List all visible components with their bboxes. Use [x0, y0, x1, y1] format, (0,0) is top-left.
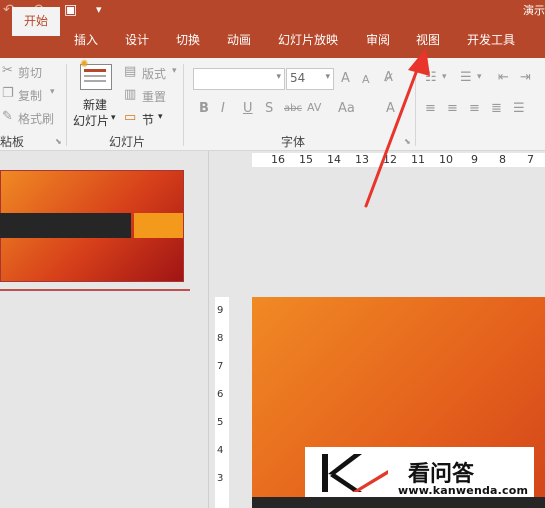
copy-icon: ❐: [2, 86, 14, 101]
section-icon: ▭: [124, 110, 137, 125]
chevron-down-icon[interactable]: ▾: [50, 87, 55, 97]
chevron-down-icon: ▾: [276, 72, 281, 82]
group-separator: [66, 64, 67, 146]
italic-button[interactable]: I: [221, 101, 225, 116]
tab-animations[interactable]: 动画: [227, 32, 251, 48]
chevron-down-icon: ▾: [325, 72, 330, 82]
chevron-down-icon[interactable]: ▾: [477, 72, 482, 82]
tab-home[interactable]: 开始: [12, 7, 60, 36]
new-slide-dropdown[interactable]: 幻灯片: [73, 112, 109, 129]
layout-icon: ▤: [124, 64, 137, 79]
ruler-tick: 9: [471, 153, 478, 166]
bold-button[interactable]: B: [199, 101, 209, 116]
ruler-tick: 8: [217, 333, 224, 344]
ruler-tick: 9: [217, 305, 224, 316]
format-painter-button[interactable]: 格式刷: [18, 110, 54, 127]
ruler-tick: 6: [217, 389, 224, 400]
distributed-icon[interactable]: ☰: [513, 101, 525, 116]
chevron-down-icon[interactable]: ▾: [111, 113, 116, 123]
scissors-icon: ✂: [2, 63, 13, 78]
slide-dark-bar: [252, 497, 545, 508]
section-button[interactable]: 节: [142, 111, 154, 128]
ruler-tick: 5: [217, 417, 224, 428]
watermark-logo-icon: [322, 454, 388, 492]
pane-splitter[interactable]: [208, 151, 209, 508]
chevron-down-icon[interactable]: ▾: [172, 66, 177, 76]
justify-icon[interactable]: ≣: [491, 101, 502, 116]
font-name-combo[interactable]: ▾: [193, 68, 285, 90]
tab-developer[interactable]: 开发工具: [467, 32, 515, 48]
tab-design[interactable]: 设计: [125, 32, 149, 48]
font-size-combo[interactable]: 54 ▾: [286, 68, 334, 90]
chevron-down-icon[interactable]: ▾: [442, 72, 447, 82]
increase-indent-icon[interactable]: ⇥: [520, 70, 531, 85]
tab-slideshow[interactable]: 幻灯片放映: [278, 32, 338, 48]
cut-button[interactable]: 剪切: [18, 64, 42, 81]
shadow-button[interactable]: S: [265, 101, 273, 116]
slides-group-label: 幻灯片: [109, 135, 146, 149]
strikethrough-button[interactable]: abc: [284, 103, 302, 114]
ruler-tick: 4: [217, 445, 224, 456]
tab-insert[interactable]: 插入: [74, 32, 98, 48]
document-title: 演示: [523, 4, 545, 17]
thumbnail-dark-bar: [0, 213, 131, 238]
font-group-label: 字体: [281, 135, 306, 149]
annotation-arrow-icon: [364, 48, 430, 208]
ruler-tick: 8: [499, 153, 506, 166]
ruler-tick: 14: [327, 153, 341, 166]
align-right-icon[interactable]: ≡: [469, 101, 480, 116]
watermark-url: www.kanwenda.com: [398, 484, 529, 497]
underline-button[interactable]: U: [243, 101, 253, 116]
ruler-tick: 7: [527, 153, 534, 166]
reset-button[interactable]: 重置: [142, 88, 166, 105]
title-bar: [0, 0, 545, 22]
layout-button[interactable]: 版式: [142, 65, 166, 82]
numbering-icon[interactable]: ☰: [460, 70, 472, 85]
increase-font-icon[interactable]: A: [341, 71, 350, 86]
reset-icon: ▥: [124, 87, 137, 102]
new-slide-button[interactable]: 新建: [83, 96, 107, 113]
dialog-launcher-icon[interactable]: ⬊: [55, 137, 62, 146]
decrease-indent-icon[interactable]: ⇤: [498, 70, 509, 85]
change-case-button[interactable]: Aa: [338, 101, 355, 116]
copy-button[interactable]: 复制: [18, 87, 42, 104]
group-separator: [183, 64, 184, 146]
customize-quick-access-icon[interactable]: ▾: [96, 2, 102, 18]
ruler-tick: 10: [439, 153, 453, 166]
ruler-tick: 7: [217, 361, 224, 372]
thumbnail-orange-bar: [134, 213, 183, 238]
tab-transitions[interactable]: 切换: [176, 32, 200, 48]
character-spacing-button[interactable]: AV: [307, 101, 321, 114]
slideshow-icon[interactable]: ▣: [64, 2, 77, 18]
clipboard-group-label: 粘板: [0, 135, 25, 149]
align-center-icon[interactable]: ≡: [447, 101, 458, 116]
insertion-marker: [0, 289, 190, 291]
chevron-down-icon[interactable]: ▾: [158, 112, 163, 122]
ruler-tick: 3: [217, 473, 224, 484]
ruler-tick: 16: [271, 153, 285, 166]
brush-icon: ✎: [2, 109, 13, 124]
sparkle-icon: ✺: [80, 59, 89, 70]
ruler-tick: 15: [299, 153, 313, 166]
